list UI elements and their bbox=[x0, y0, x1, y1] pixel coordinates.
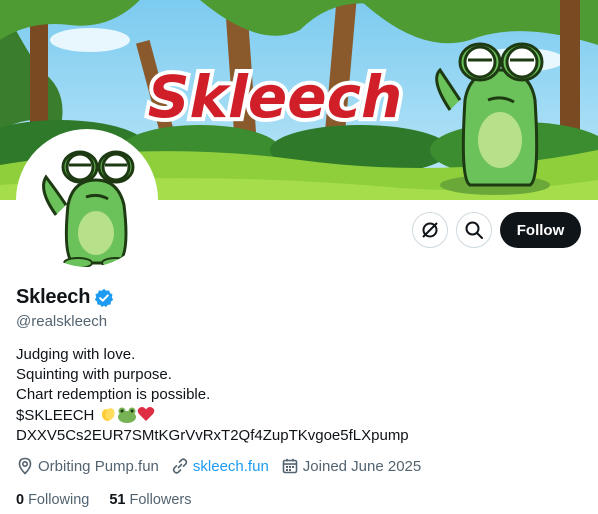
link-icon bbox=[172, 458, 188, 474]
website-link[interactable]: skleech.fun bbox=[193, 458, 269, 475]
svg-text:Skleech: Skleech bbox=[148, 63, 403, 131]
ticker-text: $SKLEECH bbox=[16, 407, 95, 424]
following-count: 0 bbox=[16, 492, 25, 508]
website[interactable]: skleech.fun bbox=[171, 457, 269, 475]
banner-logo: Skleech bbox=[144, 62, 407, 132]
profile-meta: Orbiting Pump.fun skleech.fun Joined Jun… bbox=[16, 457, 433, 475]
verified-badge-icon[interactable] bbox=[94, 288, 114, 308]
avatar[interactable] bbox=[16, 129, 158, 271]
calendar-icon bbox=[282, 458, 298, 474]
bio-line: Chart redemption is possible. bbox=[16, 386, 211, 403]
location: Orbiting Pump.fun bbox=[16, 457, 159, 475]
search-button[interactable] bbox=[456, 212, 492, 248]
bio-line-ticker: $SKLEECH bbox=[16, 405, 409, 426]
handle: @realskleech bbox=[16, 313, 108, 330]
frog-icon bbox=[117, 407, 136, 423]
followers-link[interactable]: 51 Followers bbox=[109, 492, 191, 508]
contract-address: DXXV5Cs2EUR7SMtKGrVvRxT2Qf4ZupTKvgoe5fLX… bbox=[16, 427, 409, 444]
grok-icon bbox=[422, 222, 438, 238]
location-pin-icon bbox=[18, 457, 32, 475]
name-row: Skleech bbox=[16, 286, 114, 309]
bio-line: Squinting with purpose. bbox=[16, 366, 172, 383]
following-link[interactable]: 0 Following bbox=[16, 492, 89, 508]
display-name: Skleech bbox=[16, 286, 91, 308]
grok-button[interactable] bbox=[412, 212, 448, 248]
followers-count: 51 bbox=[109, 492, 126, 508]
avatar-image bbox=[20, 133, 154, 267]
followers-label: Followers bbox=[129, 492, 192, 508]
joined-date: Joined June 2025 bbox=[281, 457, 421, 475]
bio: Judging with love. Squinting with purpos… bbox=[16, 345, 409, 446]
following-label: Following bbox=[28, 492, 90, 508]
search-icon bbox=[465, 221, 483, 239]
location-text: Orbiting Pump.fun bbox=[38, 457, 159, 475]
bio-line: Judging with love. bbox=[16, 346, 136, 363]
joined-text: Joined June 2025 bbox=[302, 457, 422, 475]
clapping-hands-icon bbox=[101, 408, 115, 421]
follow-button[interactable]: Follow bbox=[500, 212, 581, 248]
red-heart-icon bbox=[137, 407, 154, 421]
follow-stats: 0 Following 51 Followers bbox=[16, 492, 212, 508]
